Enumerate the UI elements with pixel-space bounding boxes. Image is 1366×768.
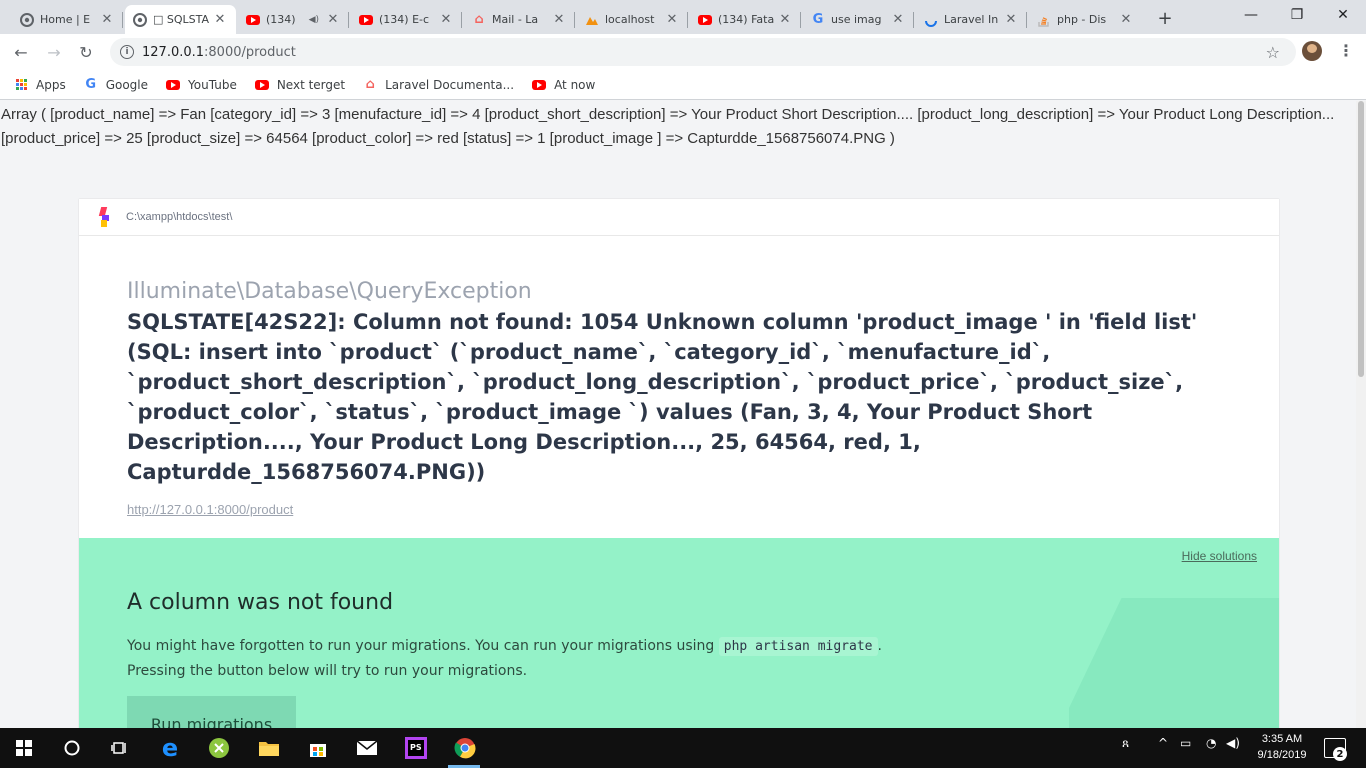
mail-icon[interactable] [355,736,379,760]
youtube-icon [359,13,373,27]
close-icon[interactable]: ✕ [551,12,567,27]
close-icon[interactable]: ✕ [1118,12,1134,27]
tab-mail-laravel[interactable]: ⌂ Mail - La ✕ [464,5,575,34]
profile-avatar[interactable] [1302,41,1322,61]
laravel-icon: ⌂ [474,12,484,27]
bookmark-laravel-docs[interactable]: ⌂ Laravel Documenta... [363,77,514,92]
bookmarks-bar: Apps G Google YouTube Next terget ⌂ Lara… [0,70,1366,100]
tab-youtube-audio[interactable]: (134) ◀) ✕ [238,5,349,34]
close-icon[interactable]: ✕ [890,12,906,27]
browser-toolbar: ← → ↻ i 127.0.0.1:8000/product ☆ [0,34,1366,70]
tab-sqlstate[interactable]: □ SQLSTA ✕ [125,5,236,34]
error-card-header: C:\xampp\htdocs\test\ [79,199,1279,236]
laravel-icon: ⌂ [365,77,375,92]
exception-block: Illuminate\Database\QueryException SQLST… [127,277,1237,518]
bookmark-apps[interactable]: Apps [14,78,66,92]
page-scrollbar[interactable] [1356,101,1366,728]
store-icon[interactable] [306,736,330,760]
ignition-logo-icon [97,207,111,227]
close-icon[interactable]: ✕ [1003,12,1019,27]
solution-panel: Hide solutions A column was not found Yo… [79,538,1279,728]
tab-youtube-ecommerce[interactable]: (134) E-c ✕ [351,5,462,34]
bookmark-at-now[interactable]: At now [532,78,595,92]
windows-taskbar: e PS ጸ ^ ▭ ◔ ◀) 3:35 AM 9/18/2019 2 [0,728,1366,768]
file-explorer-icon[interactable] [257,736,281,760]
chrome-icon [20,12,34,27]
close-icon[interactable]: ✕ [212,12,228,27]
bookmark-google[interactable]: G Google [84,77,148,92]
browser-tab-strip: Home | E ✕ □ SQLSTA ✕ (134) ◀) ✕ (134) E… [0,0,1366,34]
info-icon[interactable]: i [120,45,134,59]
solution-title: A column was not found [127,590,394,615]
close-icon[interactable]: ✕ [438,12,454,27]
volume-icon[interactable]: ◀) [1226,736,1240,750]
youtube-icon [254,78,269,92]
run-migrations-button[interactable]: Run migrations [127,696,296,728]
close-icon[interactable]: ✕ [325,12,341,27]
decorative-shape [1069,598,1279,728]
back-arrow-icon[interactable]: ← [10,41,32,63]
tab-localhost[interactable]: localhost ✕ [577,5,688,34]
speaker-icon[interactable]: ◀) [309,15,319,25]
page-content: Array ( [product_name] => Fan [category_… [0,101,1356,728]
tab-laravel-loading[interactable]: Laravel In ✕ [916,5,1027,34]
xampp-icon[interactable] [207,736,231,760]
menu-kebab-icon[interactable]: ⋮ [1338,41,1354,61]
phpmyadmin-icon [585,13,599,27]
bookmark-star-icon[interactable]: ☆ [1266,43,1280,62]
bookmark-next-terget[interactable]: Next terget [254,78,345,92]
close-icon[interactable]: ✕ [664,12,680,27]
address-bar[interactable]: i 127.0.0.1:8000/product ☆ [110,38,1296,66]
tab-stackoverflow[interactable]: php - Dis ✕ [1029,5,1142,34]
phpstorm-icon[interactable]: PS [404,736,428,760]
bookmark-youtube[interactable]: YouTube [166,78,237,92]
apps-grid-icon [14,78,28,92]
google-icon: G [812,12,824,27]
chevron-up-icon[interactable]: ^ [1158,736,1168,750]
battery-icon[interactable]: ▭ [1180,736,1191,750]
exception-class: Illuminate\Database\QueryException [127,279,532,304]
stackoverflow-icon [1037,13,1051,27]
edge-browser-icon[interactable]: e [158,734,182,762]
migrate-command: php artisan migrate [718,637,878,656]
loading-icon [924,13,938,27]
window-close-button[interactable]: ✕ [1320,0,1366,30]
tab-home[interactable]: Home | E ✕ [12,5,123,34]
reload-icon[interactable]: ↻ [75,41,97,63]
chrome-icon [133,12,147,27]
exception-message: SQLSTATE[42S22]: Column not found: 1054 … [127,310,1198,484]
tab-google-search[interactable]: G use imag ✕ [803,5,914,34]
minimize-button[interactable]: — [1228,0,1274,30]
app-path: C:\xampp\htdocs\test\ [126,211,233,223]
close-icon[interactable]: ✕ [777,12,793,27]
windows-start-icon[interactable] [12,736,36,760]
notification-count-badge: 2 [1333,747,1347,761]
youtube-icon [166,78,181,92]
hide-solutions-link[interactable]: Hide solutions [1182,549,1257,563]
scrollbar-thumb[interactable] [1358,101,1364,377]
chrome-taskbar-icon[interactable] [453,736,477,760]
task-view-icon[interactable] [108,736,132,760]
new-tab-button[interactable]: + [1152,7,1178,29]
forward-arrow-icon[interactable]: → [43,41,65,63]
close-icon[interactable]: ✕ [99,12,115,27]
google-icon: G [85,77,97,92]
restore-button[interactable]: ❐ [1274,0,1320,30]
tab-youtube-fatal[interactable]: (134) Fata ✕ [690,5,801,34]
exception-url-link[interactable]: http://127.0.0.1:8000/product [127,502,293,517]
system-clock[interactable]: 3:35 AM 9/18/2019 [1252,731,1312,763]
youtube-icon [532,78,547,92]
array-dump-text: Array ( [product_name] => Fan [category_… [1,106,1335,147]
youtube-icon [246,13,260,27]
error-card: C:\xampp\htdocs\test\ Illuminate\Databas… [79,199,1279,728]
search-icon[interactable] [60,736,84,760]
svg-text:PS: PS [410,743,422,752]
youtube-icon [698,13,712,27]
people-icon[interactable]: ጸ [1122,736,1129,751]
wifi-icon[interactable]: ◔ [1206,736,1216,750]
solution-description: You might have forgotten to run your mig… [127,637,882,679]
